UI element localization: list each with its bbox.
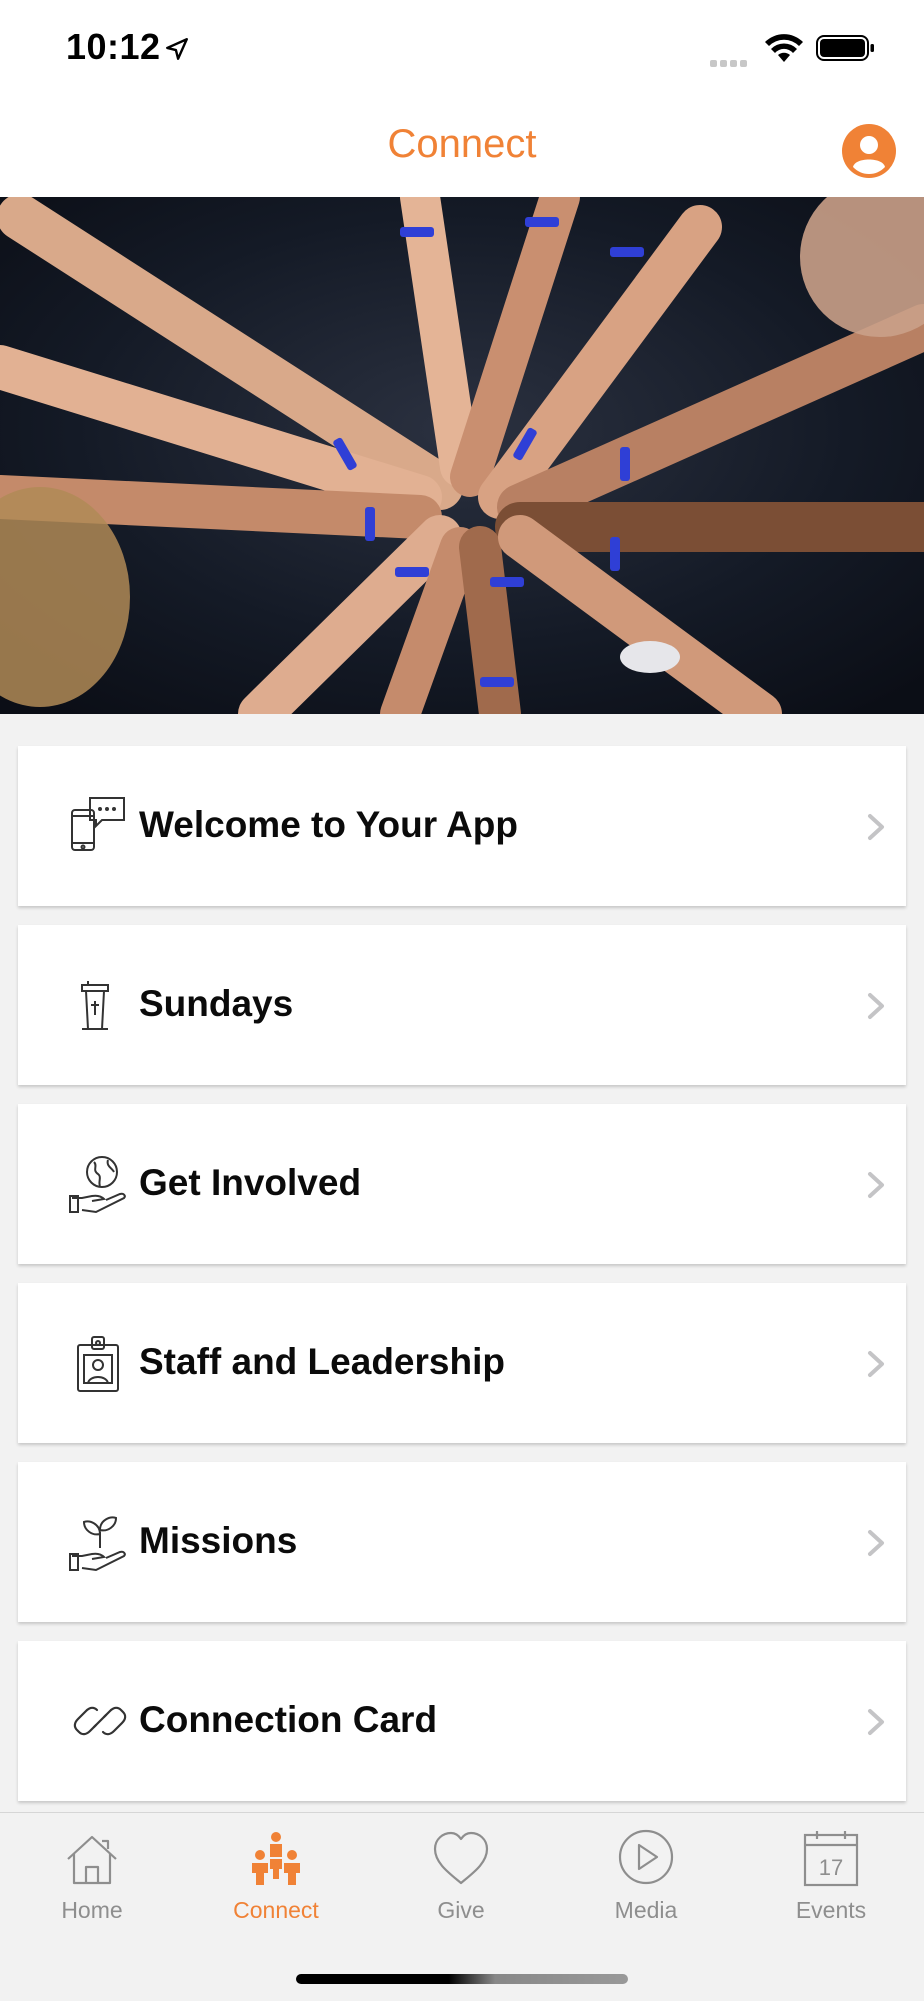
- tab-label: Give: [437, 1897, 485, 1923]
- staff-badge-icon: [77, 1336, 119, 1392]
- battery-icon: [816, 35, 874, 61]
- chevron-right-icon: [868, 993, 884, 1019]
- page-title: Connect: [387, 122, 537, 166]
- menu-item-label: Connection Card: [139, 1699, 438, 1740]
- globe-hand-icon: [69, 1156, 126, 1214]
- profile-icon[interactable]: [842, 124, 896, 178]
- tab-label: Connect: [233, 1897, 319, 1923]
- cellular-signal-icon: [710, 54, 750, 72]
- menu-item-welcome[interactable]: Welcome to Your App: [18, 746, 906, 906]
- calendar-icon: 17: [803, 1831, 859, 1887]
- chevron-right-icon: [868, 1530, 884, 1556]
- menu-item-label: Staff and Leadership: [139, 1341, 505, 1382]
- menu-item-get-involved[interactable]: Get Involved: [18, 1104, 906, 1264]
- menu-item-label: Welcome to Your App: [139, 804, 518, 845]
- play-icon: [618, 1829, 674, 1885]
- menu-item-connection-card[interactable]: Connection Card: [18, 1641, 906, 1801]
- heart-icon: [433, 1831, 489, 1885]
- chevron-right-icon: [868, 1351, 884, 1377]
- tab-give[interactable]: Give: [369, 1829, 553, 1949]
- pulpit-icon: [81, 981, 109, 1030]
- wifi-icon: [765, 34, 803, 62]
- chevron-right-icon: [868, 1172, 884, 1198]
- menu-item-label: Sundays: [139, 983, 294, 1024]
- status-time: 10:12: [66, 26, 161, 67]
- home-indicator[interactable]: [296, 1974, 628, 1984]
- chevron-right-icon: [868, 814, 884, 840]
- tab-label: Home: [61, 1897, 123, 1923]
- menu-item-label: Missions: [139, 1520, 298, 1561]
- tab-label: Events: [795, 1897, 867, 1923]
- tab-bar: Home Connect Give Media 17 Events: [0, 1812, 924, 2001]
- menu-item-missions[interactable]: Missions: [18, 1462, 906, 1622]
- plant-hand-icon: [69, 1516, 126, 1572]
- phone-chat-icon: [71, 797, 125, 851]
- menu-item-label: Get Involved: [139, 1162, 362, 1203]
- status-bar: 10:12: [0, 0, 924, 100]
- hero-image: [0, 197, 924, 714]
- tab-events[interactable]: 17 Events: [739, 1829, 923, 1949]
- menu-item-staff-leadership[interactable]: Staff and Leadership: [18, 1283, 906, 1443]
- people-icon: [252, 1832, 300, 1885]
- tab-media[interactable]: Media: [554, 1829, 738, 1949]
- link-icon: [73, 1706, 127, 1736]
- tab-connect[interactable]: Connect: [184, 1829, 368, 1949]
- calendar-day: 17: [819, 1855, 843, 1880]
- menu-item-sundays[interactable]: Sundays: [18, 925, 906, 1085]
- chevron-right-icon: [868, 1709, 884, 1735]
- location-arrow-icon: [166, 38, 188, 60]
- tab-home[interactable]: Home: [0, 1829, 184, 1949]
- tab-label: Media: [614, 1897, 678, 1923]
- navigation-header: Connect: [0, 100, 924, 197]
- home-icon: [67, 1835, 117, 1885]
